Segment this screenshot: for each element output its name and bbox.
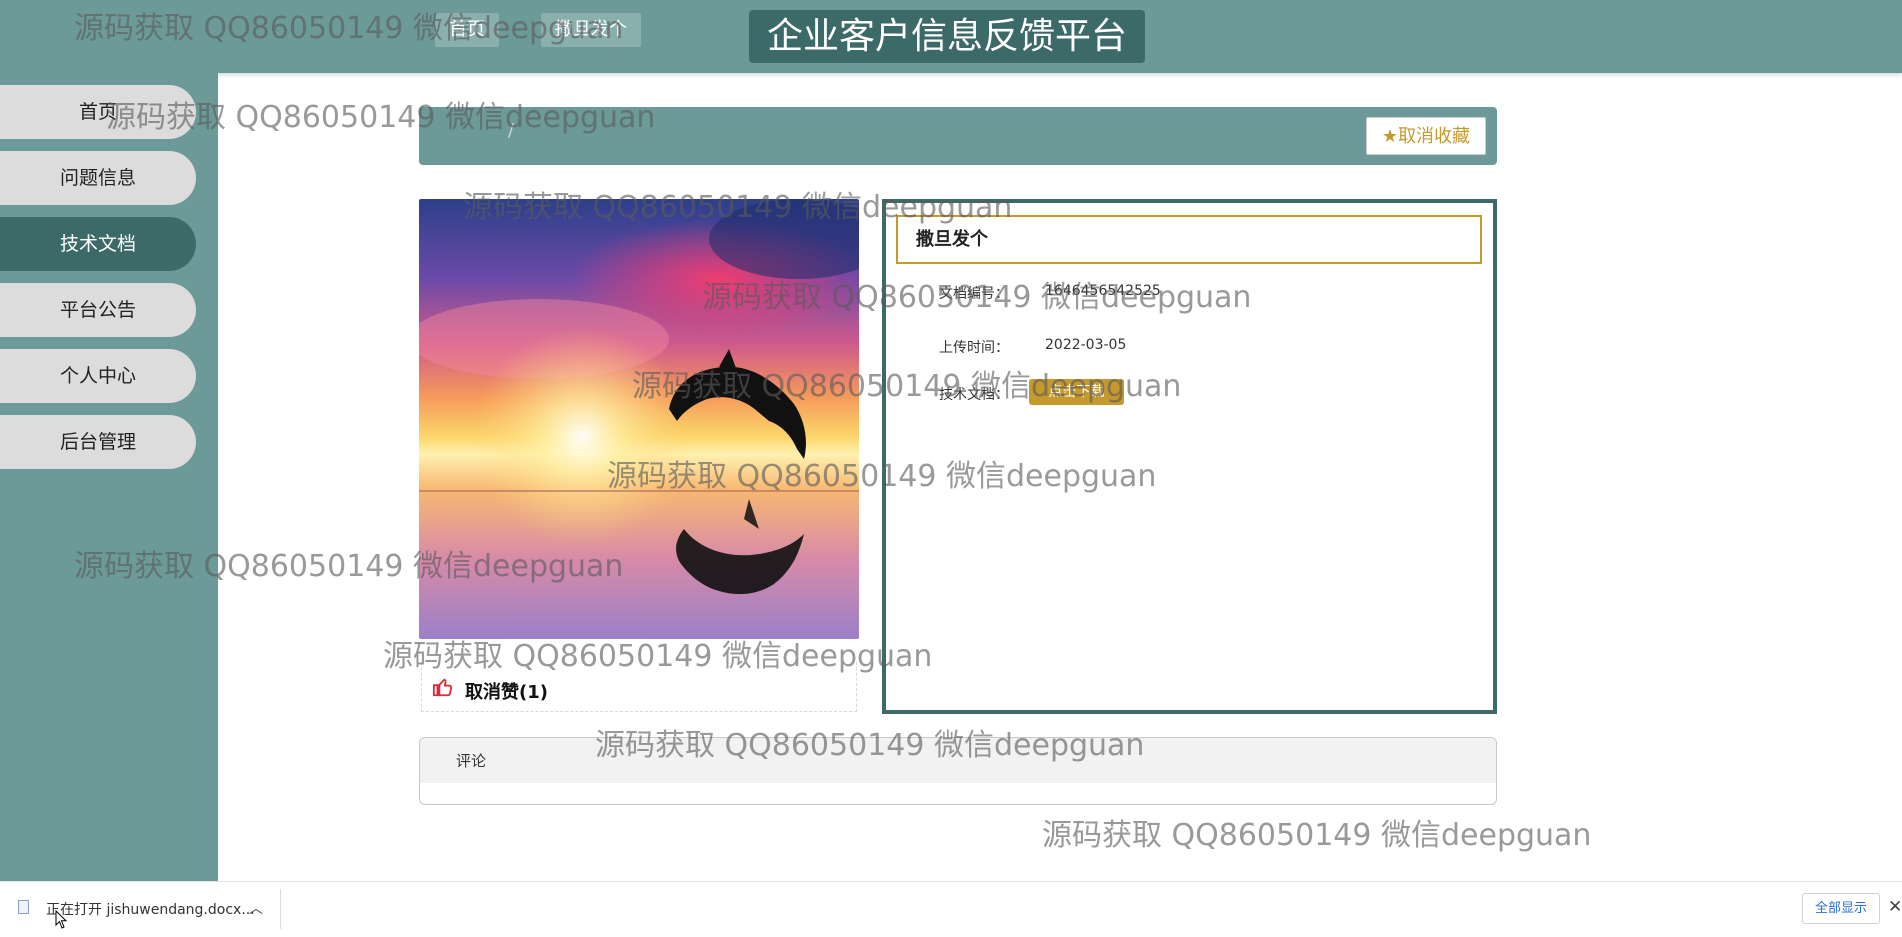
tech-doc-label: 技术文档： xyxy=(939,387,1009,403)
download-file-text[interactable]: 正在打开 jishuwendang.docx... xyxy=(46,899,255,919)
upload-time-label: 上传时间： xyxy=(939,340,1009,356)
sidebar-item-admin[interactable]: 后台管理 xyxy=(0,415,196,469)
top-header: 企业客户信息反馈平台 xyxy=(0,0,1902,73)
doc-number-label: 文档编号： xyxy=(939,286,1009,302)
breadcrumb xyxy=(419,107,1497,165)
breadcrumb-separator: / xyxy=(508,120,515,141)
watermark: 源码获取 QQ86050149 微信deepguan xyxy=(1042,818,1592,853)
sidebar-item-announcements[interactable]: 平台公告 xyxy=(0,283,196,337)
breadcrumb-current: 撒旦发个 xyxy=(541,13,641,47)
comment-header xyxy=(420,738,1496,783)
breadcrumb-home[interactable]: 首页 xyxy=(435,13,499,47)
thumbs-up-icon[interactable] xyxy=(432,676,454,698)
document-image xyxy=(419,199,859,639)
document-title: 撒旦发个 xyxy=(896,215,1482,264)
detail-panel xyxy=(882,199,1497,714)
download-bar xyxy=(0,881,1902,937)
file-icon xyxy=(18,900,29,914)
sidebar-item-profile[interactable]: 个人中心 xyxy=(0,349,196,403)
mouse-cursor-icon xyxy=(55,910,68,929)
unlike-label[interactable]: 取消赞(1) xyxy=(465,678,548,704)
sidebar: 首页 问题信息 技术文档 平台公告 个人中心 后台管理 xyxy=(0,73,218,881)
upload-time-value: 2022-03-05 xyxy=(1045,337,1127,353)
chevron-up-icon[interactable]: ︿ xyxy=(249,898,263,918)
site-title: 企业客户信息反馈平台 xyxy=(749,10,1145,63)
show-all-button[interactable]: 全部显示 xyxy=(1802,893,1880,924)
doc-number-value: 1646456542525 xyxy=(1045,283,1161,299)
download-button[interactable]: 点击下载 xyxy=(1029,379,1124,405)
download-bar-divider xyxy=(280,889,281,929)
sidebar-item-issues[interactable]: 问题信息 xyxy=(0,151,196,205)
sidebar-item-home[interactable]: 首页 xyxy=(0,85,196,139)
close-icon[interactable]: ✕ xyxy=(1888,897,1902,917)
sidebar-item-tech-docs[interactable]: 技术文档 xyxy=(0,217,196,271)
star-icon: ★ xyxy=(1381,126,1399,147)
comment-label: 评论 xyxy=(456,752,487,770)
unfavorite-label: 取消收藏 xyxy=(1398,126,1471,147)
unfavorite-button[interactable]: ★取消收藏 xyxy=(1366,117,1486,155)
